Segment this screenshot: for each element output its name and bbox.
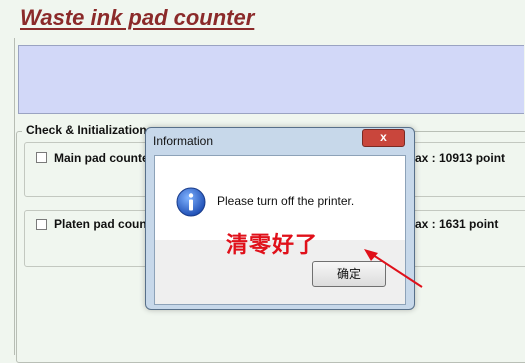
group-label: Check & Initialization (22, 123, 151, 137)
window-left-border (14, 38, 15, 355)
annotation-text: 清零好了 (226, 233, 319, 258)
status-panel (18, 45, 524, 114)
platen-pad-checkbox[interactable] (36, 219, 47, 230)
close-button[interactable]: x (362, 129, 405, 147)
platen-pad-max: ax : 1631 point (415, 217, 499, 231)
app-title: Waste ink pad counter (20, 5, 255, 30)
dialog-message: Please turn off the printer. (217, 194, 355, 208)
dialog-title: Information (153, 134, 214, 148)
annotation-arrow-icon (364, 249, 423, 288)
main-pad-max: ax : 10913 point (415, 151, 506, 165)
main-pad-checkbox[interactable] (36, 152, 47, 163)
close-icon: x (380, 130, 387, 144)
main-pad-label: Main pad counter (54, 151, 154, 165)
info-icon (176, 187, 206, 217)
